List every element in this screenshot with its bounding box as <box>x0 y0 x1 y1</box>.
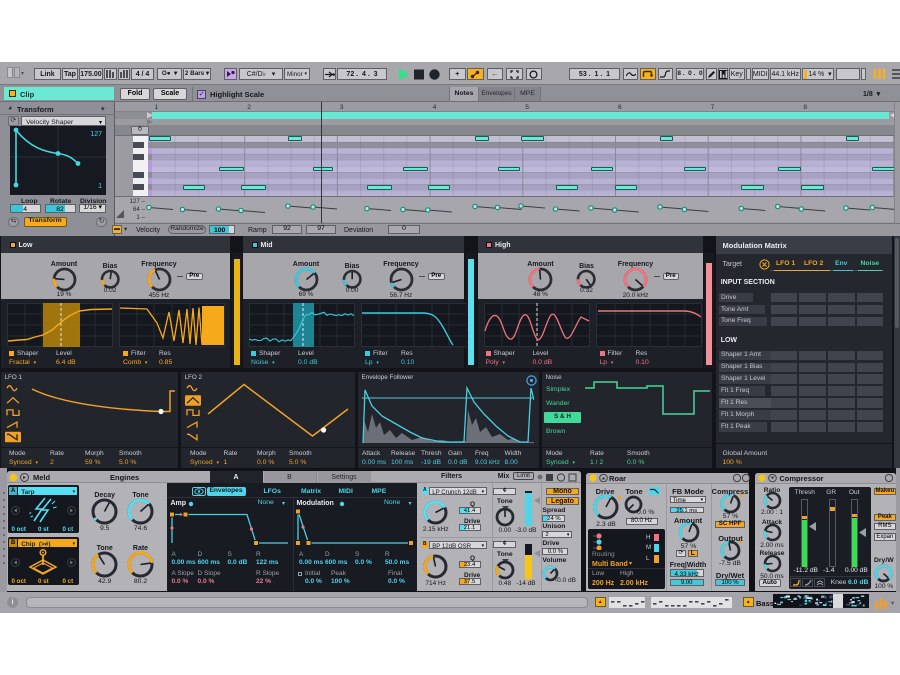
svg-text:1: 1 <box>98 183 102 190</box>
svg-text:127: 127 <box>90 131 102 138</box>
